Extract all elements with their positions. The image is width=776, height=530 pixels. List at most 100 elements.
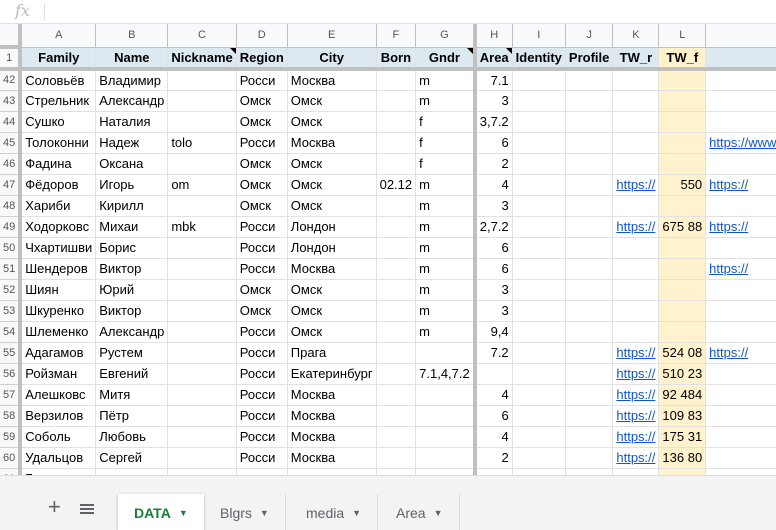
- table-cell[interactable]: [658, 132, 707, 154]
- table-cell[interactable]: [376, 363, 417, 385]
- table-cell[interactable]: [376, 279, 417, 301]
- table-cell[interactable]: Москва: [287, 384, 377, 406]
- table-cell[interactable]: Лондон: [287, 216, 377, 238]
- table-cell[interactable]: [705, 90, 776, 112]
- table-cell[interactable]: [167, 237, 237, 259]
- table-cell[interactable]: [512, 153, 566, 175]
- table-cell[interactable]: [705, 321, 776, 343]
- table-cell[interactable]: [565, 237, 614, 259]
- table-cell[interactable]: [167, 90, 237, 112]
- table-cell[interactable]: [512, 237, 566, 259]
- table-cell[interactable]: Росси: [236, 342, 288, 364]
- table-cell[interactable]: Любовь: [95, 426, 169, 448]
- table-cell[interactable]: [167, 111, 237, 133]
- table-cell[interactable]: [512, 321, 566, 343]
- table-cell[interactable]: f: [415, 111, 477, 133]
- table-cell[interactable]: [376, 132, 417, 154]
- table-cell[interactable]: Владимир: [95, 69, 169, 91]
- table-cell[interactable]: [512, 111, 566, 133]
- row-number[interactable]: 60: [0, 447, 23, 469]
- table-cell[interactable]: [415, 342, 477, 364]
- table-cell[interactable]: f: [415, 132, 477, 154]
- table-cell[interactable]: https://: [612, 363, 660, 385]
- table-cell[interactable]: m: [415, 321, 477, 343]
- table-cell[interactable]: 550: [658, 174, 707, 196]
- table-cell[interactable]: m: [415, 279, 477, 301]
- table-cell[interactable]: https://: [705, 174, 776, 196]
- table-cell[interactable]: [95, 468, 169, 475]
- table-cell[interactable]: [565, 321, 614, 343]
- table-cell[interactable]: m: [415, 195, 477, 217]
- table-cell[interactable]: [512, 426, 566, 448]
- table-cell[interactable]: [612, 258, 660, 280]
- table-cell[interactable]: [658, 195, 707, 217]
- table-cell[interactable]: https://: [612, 342, 660, 364]
- table-cell[interactable]: Сушко: [20, 111, 97, 133]
- table-cell[interactable]: [705, 426, 776, 448]
- table-cell[interactable]: 6: [474, 258, 513, 280]
- table-cell[interactable]: [415, 384, 477, 406]
- column-header[interactable]: F: [376, 24, 417, 48]
- row-number[interactable]: 51: [0, 258, 23, 280]
- table-cell[interactable]: [512, 258, 566, 280]
- table-cell[interactable]: Стрельник: [20, 90, 97, 112]
- table-cell[interactable]: 3: [474, 90, 513, 112]
- table-cell[interactable]: [415, 405, 477, 427]
- table-cell[interactable]: m: [415, 216, 477, 238]
- table-cell[interactable]: [376, 321, 417, 343]
- table-cell[interactable]: Г: [20, 468, 97, 475]
- table-cell[interactable]: Чхартишви: [20, 237, 97, 259]
- table-cell[interactable]: [565, 279, 614, 301]
- table-cell[interactable]: [565, 69, 614, 91]
- table-cell[interactable]: [512, 384, 566, 406]
- table-cell[interactable]: 4: [474, 384, 513, 406]
- table-cell[interactable]: [167, 195, 237, 217]
- table-cell[interactable]: Росси: [236, 321, 288, 343]
- table-cell[interactable]: [565, 405, 614, 427]
- table-cell[interactable]: [705, 363, 776, 385]
- all-sheets-menu-icon[interactable]: [80, 504, 94, 516]
- table-cell[interactable]: [512, 447, 566, 469]
- table-cell[interactable]: 2,7.2: [474, 216, 513, 238]
- table-cell[interactable]: m: [415, 174, 477, 196]
- field-header-cell[interactable]: Area: [474, 47, 513, 71]
- table-cell[interactable]: Оксана: [95, 153, 169, 175]
- table-cell[interactable]: [705, 468, 776, 475]
- table-cell[interactable]: Пётр: [95, 405, 169, 427]
- row-number[interactable]: 1: [0, 47, 23, 71]
- table-cell[interactable]: [376, 153, 417, 175]
- table-cell[interactable]: [705, 195, 776, 217]
- table-cell[interactable]: [705, 447, 776, 469]
- table-cell[interactable]: [705, 237, 776, 259]
- table-cell[interactable]: [565, 216, 614, 238]
- table-cell[interactable]: Борис: [95, 237, 169, 259]
- table-cell[interactable]: [167, 342, 237, 364]
- row-number[interactable]: 52: [0, 279, 23, 301]
- field-header-cell[interactable]: Nickname: [167, 47, 237, 71]
- table-cell[interactable]: [287, 468, 377, 475]
- column-header[interactable]: G: [415, 24, 477, 48]
- row-number[interactable]: 44: [0, 111, 23, 133]
- row-number[interactable]: 46: [0, 153, 23, 175]
- table-cell[interactable]: [167, 321, 237, 343]
- table-cell[interactable]: [705, 384, 776, 406]
- table-cell[interactable]: [167, 153, 237, 175]
- column-header[interactable]: M: [705, 24, 776, 48]
- table-cell[interactable]: Росси: [236, 447, 288, 469]
- table-cell[interactable]: [565, 258, 614, 280]
- table-cell[interactable]: Росси: [236, 216, 288, 238]
- table-cell[interactable]: 510 23: [658, 363, 707, 385]
- caret-down-icon[interactable]: ▼: [260, 508, 269, 518]
- table-cell[interactable]: Лондон: [287, 237, 377, 259]
- row-number[interactable]: 56: [0, 363, 23, 385]
- column-header[interactable]: K: [612, 24, 660, 48]
- table-cell[interactable]: Росси: [236, 132, 288, 154]
- table-cell[interactable]: [376, 237, 417, 259]
- row-number[interactable]: 47: [0, 174, 23, 196]
- table-cell[interactable]: 92 484: [658, 384, 707, 406]
- table-cell[interactable]: [612, 90, 660, 112]
- table-cell[interactable]: https://: [612, 447, 660, 469]
- table-cell[interactable]: [565, 468, 614, 475]
- column-header[interactable]: I: [512, 24, 566, 48]
- table-cell[interactable]: 7.1: [474, 69, 513, 91]
